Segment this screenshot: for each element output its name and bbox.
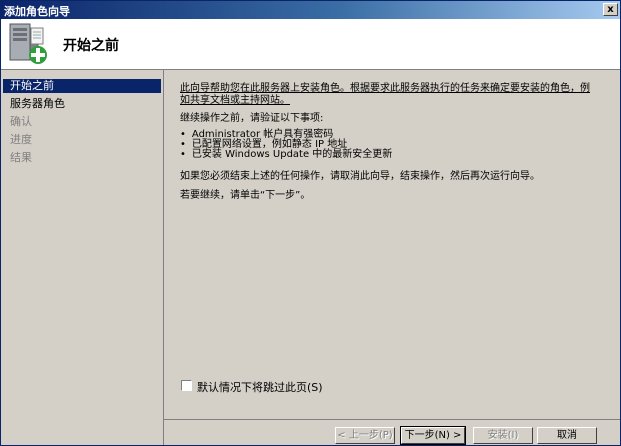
list-item: 已安装 Windows Update 中的最新安全更新 [180, 150, 392, 160]
sidebar-item-server-roles[interactable]: 服务器角色 [3, 97, 161, 111]
intro-text: 此向导帮助您在此服务器上安装角色。根据要求此服务器执行的任务来确定要安装的角色，… [180, 83, 590, 106]
cancel-button[interactable]: 取消 [537, 427, 597, 444]
wizard-content: 此向导帮助您在此服务器上安装角色。根据要求此服务器执行的任务来确定要安装的角色，… [164, 70, 620, 427]
skip-page-checkbox[interactable] [181, 380, 192, 391]
install-button[interactable]: 安装(I) [473, 427, 533, 444]
server-add-icon [9, 23, 47, 64]
next-instructions: 若要继续，请单击“下一步”。 [180, 190, 311, 201]
pre-check-text: 继续操作之前，请验证以下事项: [180, 113, 324, 124]
next-button[interactable]: 下一步(N) > [400, 426, 466, 445]
sidebar-item-confirmation: 确认 [10, 115, 32, 128]
wizard-steps-sidebar: 开始之前 服务器角色 确认 进度 结果 [1, 70, 164, 445]
close-button[interactable]: x [603, 3, 618, 16]
skip-page-label[interactable]: 默认情况下将跳过此页(S) [197, 379, 323, 395]
wizard-header: 开始之前 [1, 19, 620, 70]
sidebar-item-results: 结果 [10, 151, 32, 164]
page-title: 开始之前 [63, 38, 119, 54]
sidebar-item-before-you-begin[interactable]: 开始之前 [3, 79, 161, 93]
window-title: 添加角色向导 [4, 5, 70, 18]
title-bar[interactable]: 添加角色向导 x [1, 1, 620, 19]
wizard-window: 添加角色向导 x 开始之前 开始之前 服务器角色 确认 进度 结果 此向导帮助您… [0, 0, 621, 446]
previous-button[interactable]: < 上一步(P) [335, 427, 395, 444]
sidebar-item-progress: 进度 [10, 133, 32, 146]
requirements-list: Administrator 帐户具有强密码 已配置网络设置，例如静态 IP 地址… [180, 130, 392, 160]
cancel-instructions: 如果您必须结束上述的任何操作，请取消此向导，结束操作，然后再次运行向导。 [180, 171, 540, 182]
